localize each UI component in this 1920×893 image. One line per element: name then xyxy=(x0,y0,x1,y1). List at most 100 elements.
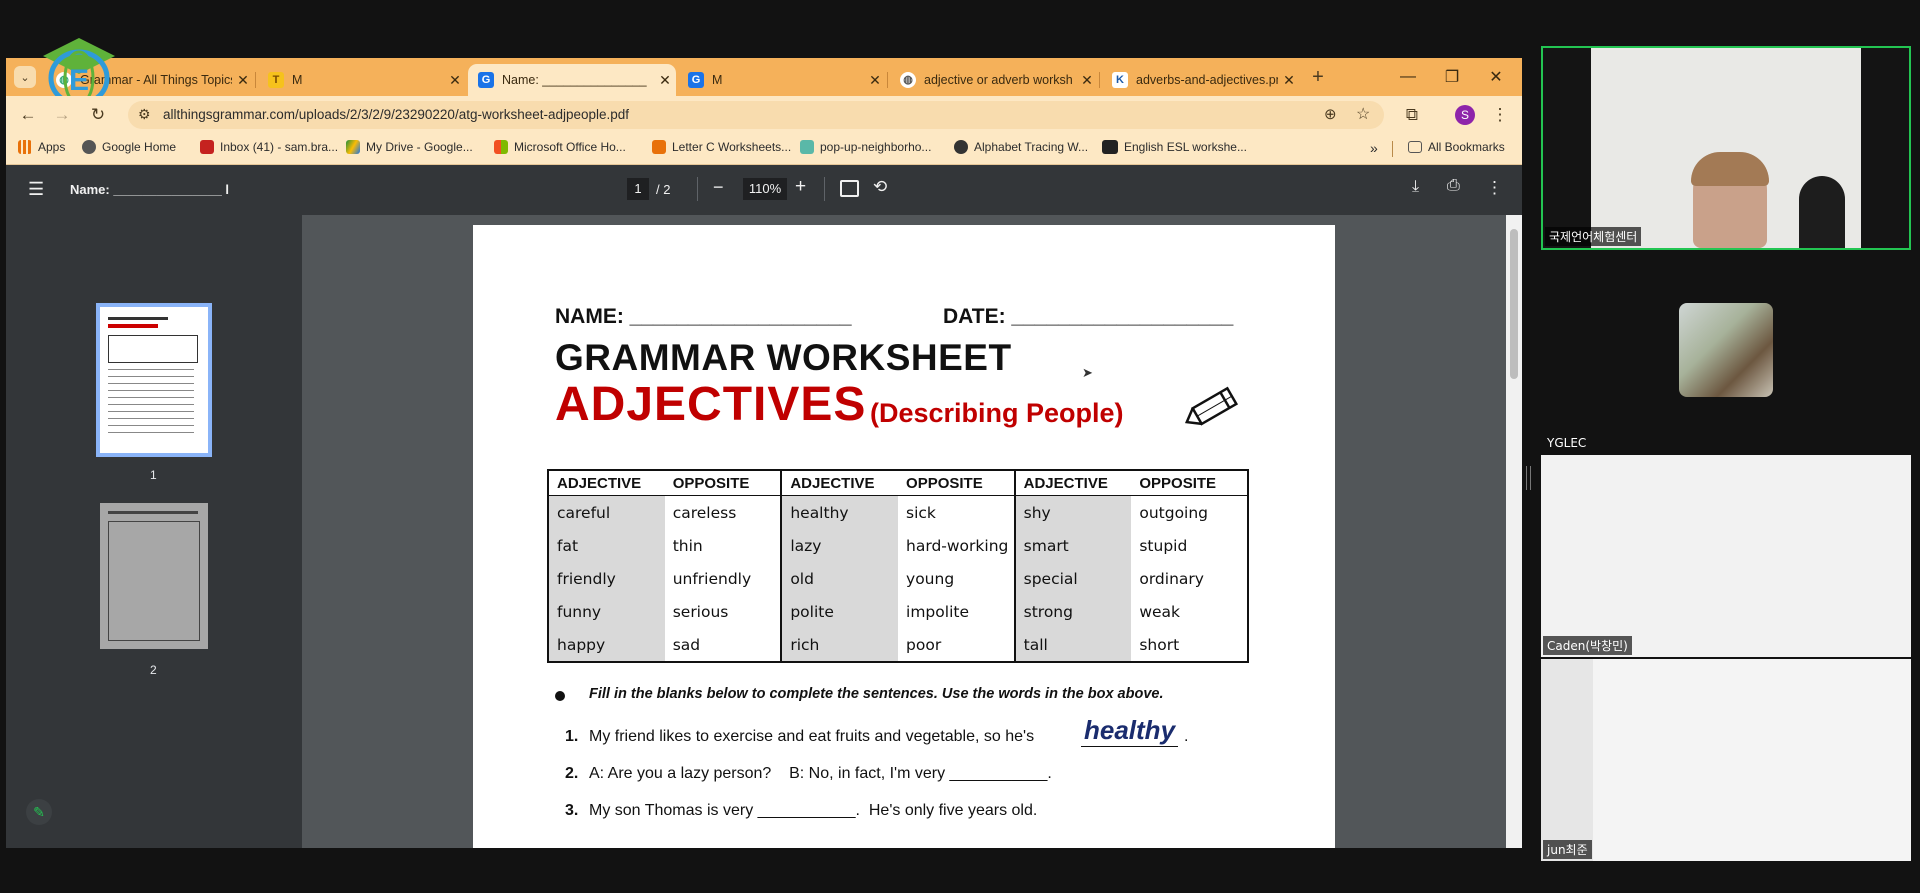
table-cell: tall xyxy=(1013,628,1132,662)
worksheet-subheading: ADJECTIVES xyxy=(555,378,867,431)
site-info-icon[interactable]: ⚙ xyxy=(138,106,151,123)
address-bar[interactable]: ⚙ allthingsgrammar.com/uploads/2/3/2/9/2… xyxy=(128,101,1384,129)
profile-avatar[interactable]: S xyxy=(1455,105,1475,125)
page-number-input[interactable]: 1 xyxy=(627,178,649,200)
all-bookmarks[interactable]: All Bookmarks xyxy=(1408,140,1505,154)
tab-search-button[interactable]: ⌄ xyxy=(14,66,36,88)
fit-page-icon[interactable] xyxy=(840,180,859,197)
table-header: OPPOSITE xyxy=(664,470,782,496)
extensions-icon[interactable]: ⧉ xyxy=(1400,104,1424,126)
sentence-text: A: Are you a lazy person? B: No, in fact… xyxy=(589,765,1052,782)
zoom-icon[interactable]: ⊕ xyxy=(1324,105,1337,123)
microsoft-icon xyxy=(494,140,508,154)
bookmark-google-home[interactable]: Google Home xyxy=(82,140,176,154)
table-cell: serious xyxy=(672,602,729,621)
globe-icon: ◍ xyxy=(900,72,916,88)
restore-button[interactable]: ❐ xyxy=(1430,58,1474,96)
bookmark-label: Apps xyxy=(38,140,66,154)
close-tab-icon[interactable]: ✕ xyxy=(1076,72,1098,89)
video-tile[interactable]: Caden(박창민) xyxy=(1541,455,1911,657)
download-icon[interactable]: ⤓ xyxy=(1412,178,1419,196)
bookmark-alphabet[interactable]: Alphabet Tracing W... xyxy=(954,140,1088,154)
table-row: friendly unfriendly old young special or… xyxy=(548,562,1248,595)
tab-title: M xyxy=(712,73,723,87)
back-button[interactable]: ← xyxy=(16,104,40,126)
table-header: OPPOSITE xyxy=(1131,470,1248,496)
video-letterbox xyxy=(1861,48,1909,248)
tab-title: adverbs-and-adjectives.pn xyxy=(1136,73,1278,87)
bookmark-apps[interactable]: Apps xyxy=(18,140,65,154)
bookmark-my-drive[interactable]: My Drive - Google... xyxy=(346,140,473,154)
close-tab-icon[interactable]: ✕ xyxy=(654,72,676,89)
video-tile-speaker[interactable]: 국제언어체험센터 xyxy=(1541,46,1911,250)
pdf-viewport: 1 2 ✎ NAME: ___________________ DATE: __… xyxy=(6,215,1522,848)
bookmark-pop-up[interactable]: pop-up-neighborho... xyxy=(800,140,931,154)
video-letterbox xyxy=(1543,48,1591,248)
close-window-button[interactable]: ✕ xyxy=(1474,58,1518,96)
more-options-icon[interactable]: ⋮ xyxy=(1486,178,1503,198)
print-icon[interactable]: ⎙ xyxy=(1447,177,1460,195)
video-tile[interactable]: jun최준 xyxy=(1541,659,1911,861)
pane-resize-handle[interactable] xyxy=(1526,466,1531,490)
drive-icon xyxy=(346,140,360,154)
name-field-label: NAME: ___________________ xyxy=(555,305,852,328)
table-cell: hard-working xyxy=(906,536,1009,555)
table-cell: thin xyxy=(672,536,703,555)
table-cell: lazy xyxy=(780,529,899,562)
table-cell: rich xyxy=(780,628,899,662)
pdf-page: NAME: ___________________ DATE: ________… xyxy=(473,225,1335,848)
tab-5[interactable]: K adverbs-and-adjectives.pn ✕ xyxy=(1102,64,1300,96)
bookmark-label: Microsoft Office Ho... xyxy=(514,140,626,154)
table-cell: short xyxy=(1139,635,1180,654)
g-icon: G xyxy=(688,72,704,88)
zoom-in-icon[interactable]: + xyxy=(795,176,806,198)
folder-icon xyxy=(1408,141,1422,153)
menu-hamburger-icon[interactable]: ☰ xyxy=(28,179,44,200)
tab-3[interactable]: G M ✕ xyxy=(678,64,886,96)
browser-toolbar: ← → ↻ ⚙ allthingsgrammar.com/uploads/2/3… xyxy=(6,96,1522,134)
tab-4[interactable]: ◍ adjective or adverb worksh ✕ xyxy=(890,64,1098,96)
mouse-cursor-icon: ➤ xyxy=(1082,365,1093,380)
close-tab-icon[interactable]: ✕ xyxy=(232,72,254,89)
page-thumbnail-2[interactable] xyxy=(100,503,208,649)
menu-dots-icon[interactable]: ⋮ xyxy=(1488,104,1512,126)
zoom-level[interactable]: 110% xyxy=(743,178,787,200)
participant-name: YGLEC xyxy=(1547,436,1587,450)
close-tab-icon[interactable]: ✕ xyxy=(864,72,886,89)
page-thumbnail-1[interactable] xyxy=(100,307,208,453)
scrollbar-thumb[interactable] xyxy=(1510,229,1518,379)
tab-2[interactable]: G Name: _______________ ✕ xyxy=(468,64,676,96)
table-cell: fat xyxy=(548,529,665,562)
scrollbar[interactable] xyxy=(1506,215,1522,848)
bookmark-star-icon[interactable]: ☆ xyxy=(1356,104,1370,124)
table-cell: young xyxy=(906,569,955,588)
bookmark-esl[interactable]: English ESL workshe... xyxy=(1102,140,1247,154)
rotate-icon[interactable]: ⟲ xyxy=(873,177,887,197)
bookmark-letter-c[interactable]: Letter C Worksheets... xyxy=(652,140,791,154)
tab-separator xyxy=(887,72,888,88)
minimize-button[interactable]: — xyxy=(1386,58,1430,96)
close-tab-icon[interactable]: ✕ xyxy=(444,72,466,89)
bookmark-inbox[interactable]: Inbox (41) - sam.bra... xyxy=(200,140,338,154)
table-cell: unfriendly xyxy=(672,569,752,588)
bookmark-office[interactable]: Microsoft Office Ho... xyxy=(494,140,626,154)
tab-1[interactable]: T M ✕ xyxy=(258,64,466,96)
close-tab-icon[interactable]: ✕ xyxy=(1278,72,1300,89)
zoom-out-icon[interactable]: − xyxy=(713,177,724,198)
globe-icon xyxy=(954,140,968,154)
new-tab-button[interactable]: + xyxy=(1306,66,1330,88)
table-cell: special xyxy=(1013,562,1132,595)
annotate-pen-icon[interactable]: ✎ xyxy=(26,799,52,825)
table-cell: outgoing xyxy=(1139,503,1209,522)
sentence-text: My son Thomas is very ___________. He's … xyxy=(589,802,1038,819)
forward-button[interactable]: → xyxy=(50,104,74,126)
table-header-row: ADJECTIVE OPPOSITE ADJECTIVE OPPOSITE AD… xyxy=(548,470,1248,496)
thumbnail-label: 1 xyxy=(150,468,157,482)
reload-button[interactable]: ↻ xyxy=(86,104,110,126)
video-tile[interactable]: YGLEC xyxy=(1541,253,1911,453)
bookmark-label: English ESL workshe... xyxy=(1124,140,1247,154)
url-text: allthingsgrammar.com/uploads/2/3/2/9/232… xyxy=(163,107,630,122)
sentence-text: My friend likes to exercise and eat frui… xyxy=(589,728,1035,745)
table-cell: funny xyxy=(548,595,665,628)
bookmarks-overflow[interactable]: » xyxy=(1370,140,1378,156)
